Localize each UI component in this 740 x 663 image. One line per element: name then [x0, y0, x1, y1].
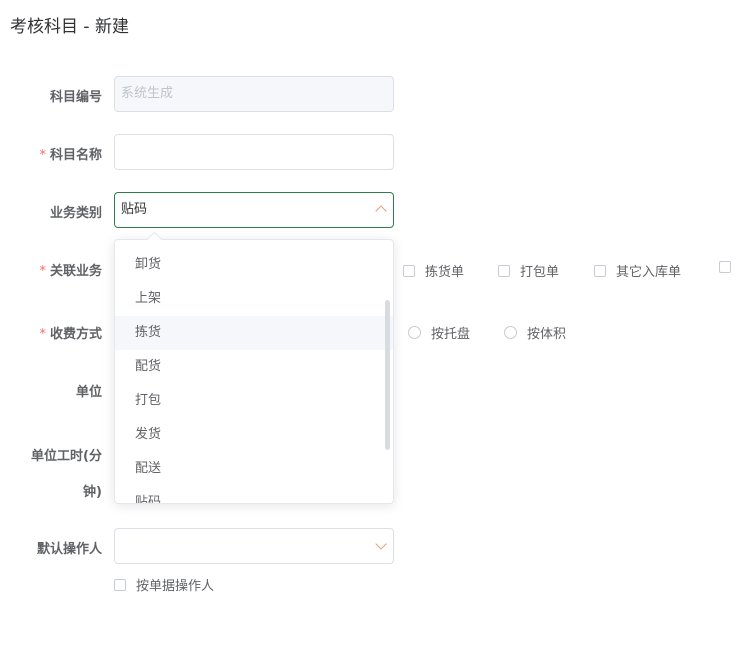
page-title: 考核科目 - 新建 — [10, 17, 129, 37]
checkbox-icon[interactable] — [498, 264, 510, 277]
checkbox-icon[interactable] — [114, 578, 126, 591]
unit-label: 单位 — [0, 381, 102, 400]
required-mark: * — [39, 264, 46, 279]
dropdown-option[interactable]: 配送 — [115, 452, 393, 486]
unit-hours-label-line1: 单位工时(分 — [31, 449, 102, 464]
dropdown-option[interactable]: 配货 — [115, 350, 393, 384]
business-type-label: 业务类别 — [0, 202, 102, 221]
checkbox-icon[interactable] — [719, 261, 731, 273]
dropdown-option[interactable]: 贴码 — [115, 486, 393, 503]
chevron-down-icon — [375, 538, 387, 550]
dropdown-option[interactable]: 上架 — [115, 282, 393, 316]
chevron-up-icon — [375, 205, 387, 217]
business-type-label-text: 业务类别 — [49, 206, 102, 221]
subject-name-label-text: 科目名称 — [49, 148, 102, 163]
related-business-checkbox-picking[interactable]: 拣货单 — [403, 261, 464, 280]
checkbox-label: 打包单 — [520, 265, 560, 280]
default-operator-label: 默认操作人 — [0, 538, 102, 557]
checkbox-label: 其它入库单 — [616, 265, 682, 280]
checkbox-label: 按单据操作人 — [136, 579, 215, 594]
checkbox-icon[interactable] — [403, 264, 415, 277]
radio-icon[interactable] — [504, 326, 517, 339]
radio-label: 按体积 — [527, 327, 567, 342]
unit-hours-label-line2: 钟) — [83, 485, 102, 500]
related-business-label: * 关联业务 — [0, 260, 102, 279]
business-type-value: 贴码 — [121, 202, 148, 217]
subject-code-label: 科目编号 — [0, 86, 102, 105]
checkbox-icon[interactable] — [594, 264, 606, 277]
charge-method-label: * 收费方式 — [0, 323, 102, 342]
related-business-label-text: 关联业务 — [49, 264, 102, 279]
business-type-dropdown: 卸货 上架 拣货 配货 打包 发货 配送 贴码 — [114, 239, 394, 504]
business-type-select[interactable]: 贴码 — [114, 192, 394, 228]
charge-method-radio-pallet[interactable]: 按托盘 — [408, 323, 470, 342]
charge-method-radio-volume[interactable]: 按体积 — [504, 323, 566, 342]
default-operator-label-text: 默认操作人 — [36, 542, 102, 557]
dropdown-option[interactable]: 打包 — [115, 384, 393, 418]
by-document-operator-checkbox[interactable]: 按单据操作人 — [114, 575, 214, 594]
charge-method-label-text: 收费方式 — [49, 327, 102, 342]
subject-code-label-text: 科目编号 — [49, 90, 102, 105]
checkbox-label: 拣货单 — [425, 265, 465, 280]
related-business-checkbox-packing[interactable]: 打包单 — [498, 261, 559, 280]
dropdown-option[interactable]: 卸货 — [115, 248, 393, 282]
dropdown-option[interactable]: 发货 — [115, 418, 393, 452]
subject-name-input[interactable] — [114, 134, 394, 170]
subject-name-label: * 科目名称 — [0, 144, 102, 163]
unit-hours-label: 单位工时(分 钟) — [0, 439, 102, 511]
dropdown-option-hovered[interactable]: 拣货 — [115, 316, 393, 350]
dropdown-scrollbar[interactable] — [385, 300, 390, 450]
dropdown-option-list: 卸货 上架 拣货 配货 打包 发货 配送 贴码 — [115, 248, 393, 503]
radio-icon[interactable] — [408, 326, 421, 339]
subject-code-input: 系统生成 — [114, 76, 394, 112]
related-business-checkbox-other-inbound[interactable]: 其它入库单 — [594, 261, 681, 280]
required-mark: * — [39, 148, 46, 163]
required-mark: * — [39, 327, 46, 342]
related-business-checkbox-more[interactable] — [719, 261, 740, 273]
radio-label: 按托盘 — [431, 327, 471, 342]
subject-code-placeholder: 系统生成 — [121, 86, 174, 101]
unit-label-text: 单位 — [75, 385, 102, 400]
default-operator-select[interactable] — [114, 528, 394, 564]
